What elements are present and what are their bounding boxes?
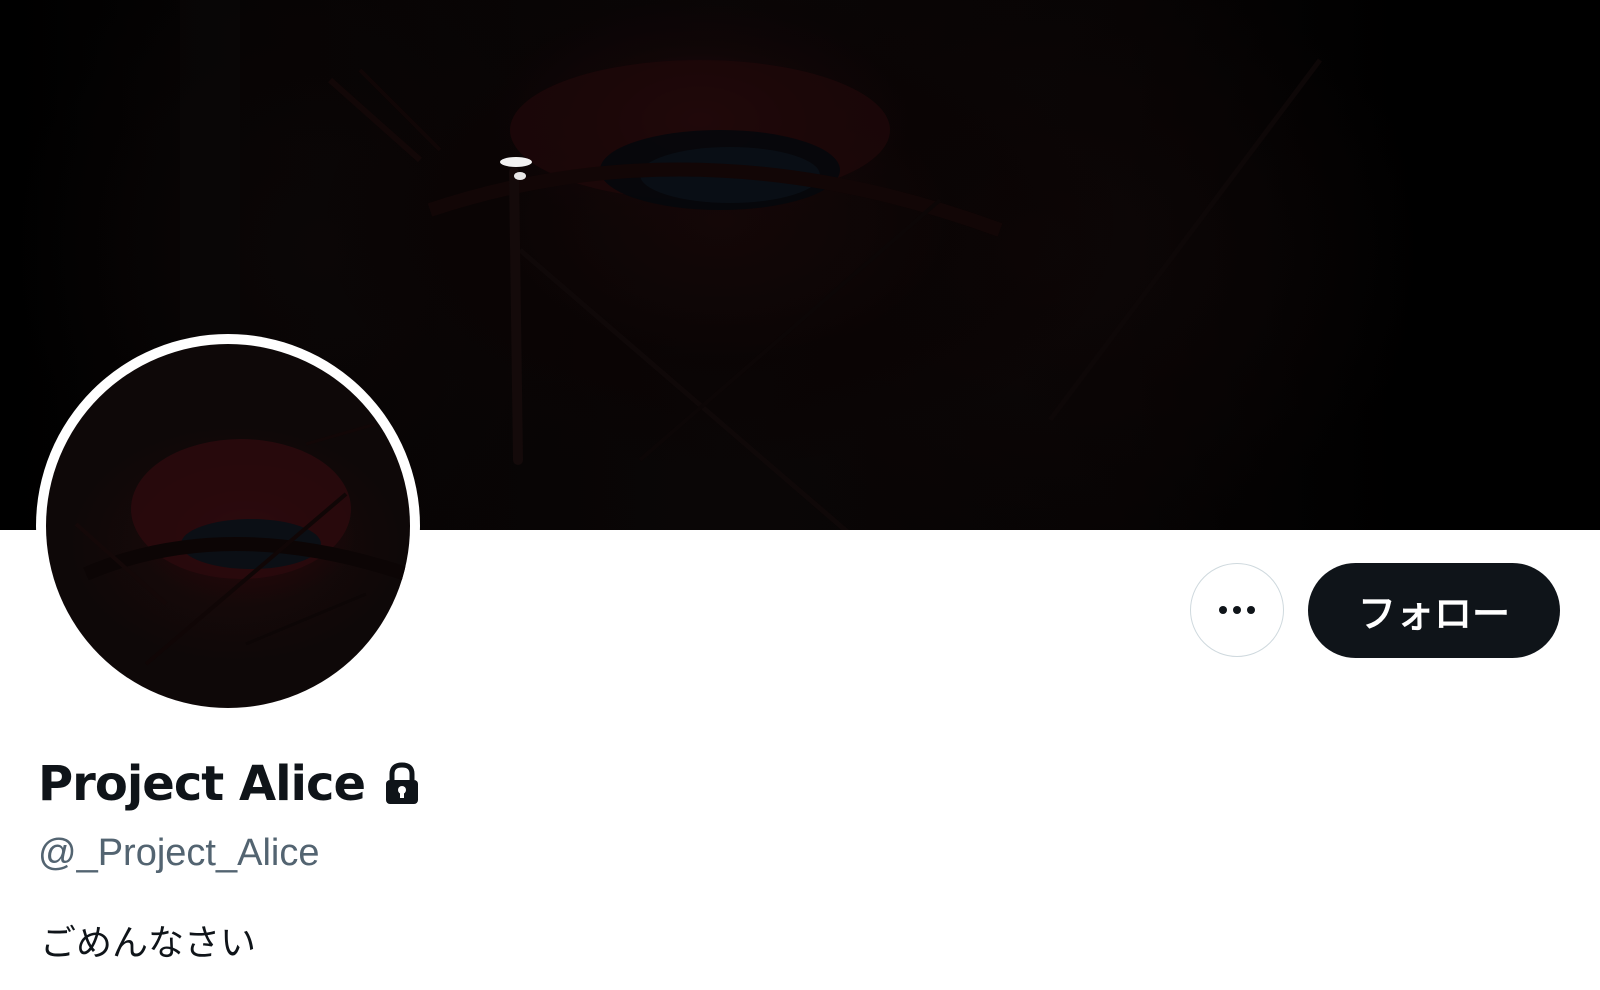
- more-horizontal-icon-dot: [1233, 606, 1241, 614]
- more-horizontal-icon: [1219, 606, 1227, 614]
- profile-page: フォロー Project Alice @_Project_Alice ごめんなさ…: [0, 0, 1600, 990]
- follow-button-label: フォロー: [1357, 592, 1510, 636]
- profile-bio: ごめんなさい: [40, 923, 257, 964]
- profile-handle: @_Project_Alice: [38, 832, 320, 874]
- avatar-artwork: [74, 422, 409, 666]
- follow-button[interactable]: フォロー: [1308, 563, 1560, 658]
- profile-name-row: Project Alice: [38, 756, 421, 812]
- display-name: Project Alice: [38, 756, 366, 812]
- more-horizontal-icon-dot: [1247, 606, 1255, 614]
- avatar[interactable]: [46, 344, 410, 708]
- more-options-button[interactable]: [1190, 563, 1284, 657]
- lock-icon: [386, 762, 419, 804]
- avatar-frame[interactable]: [36, 334, 420, 718]
